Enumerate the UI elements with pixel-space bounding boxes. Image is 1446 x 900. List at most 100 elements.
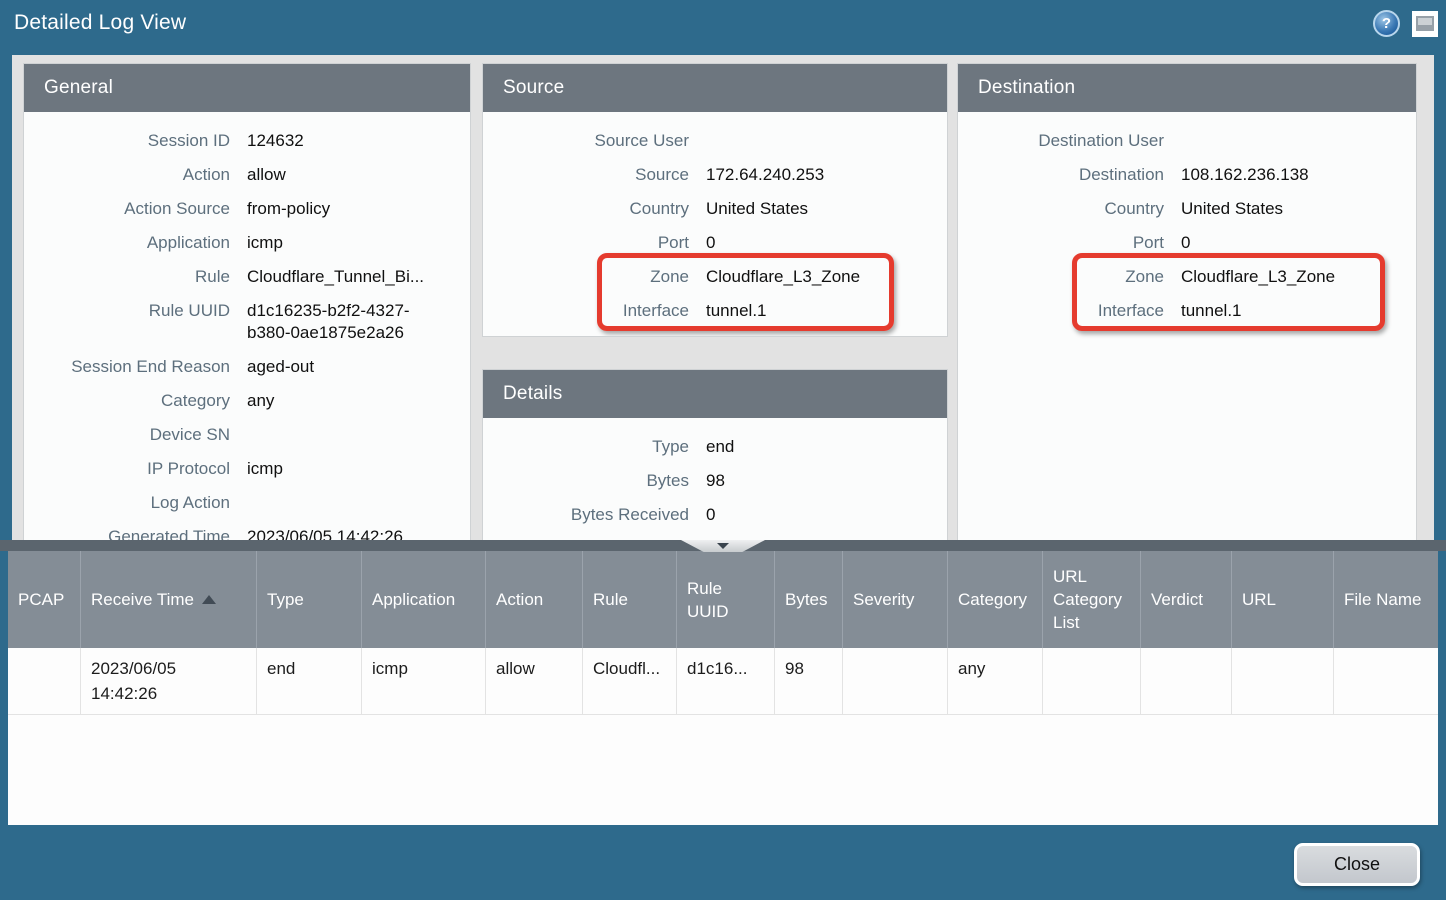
splitter-collapse-handle[interactable] (681, 540, 765, 552)
field-label: Interface (958, 300, 1164, 322)
field-row-destination-port: Port 0 (958, 226, 1416, 260)
source-panel-body: Source User Source 172.64.240.253 Countr… (483, 112, 947, 328)
field-value: tunnel.1 (1181, 300, 1416, 322)
field-row-destination-user: Destination User (958, 124, 1416, 158)
column-header-rule[interactable]: Rule (583, 551, 677, 648)
column-header-category[interactable]: Category (948, 551, 1043, 648)
field-row-source: Source 172.64.240.253 (483, 158, 947, 192)
field-label: Application (24, 232, 230, 254)
close-button[interactable]: Close (1294, 843, 1420, 886)
field-row-destination-interface: Interface tunnel.1 (958, 294, 1416, 328)
field-row-action: Action allow (24, 158, 470, 192)
cell-bytes: 98 (775, 648, 843, 715)
field-label: Interface (483, 300, 689, 322)
general-panel-header: General (24, 64, 470, 112)
chevron-down-icon (717, 543, 729, 549)
field-value: icmp (247, 232, 470, 254)
page-title: Detailed Log View (14, 11, 186, 35)
field-label: Action Source (24, 198, 230, 220)
column-header-rule-uuid[interactable]: Rule UUID (677, 551, 775, 648)
field-row-generated-time: Generated Time 2023/06/05 14:42:26 (24, 520, 470, 540)
field-label: Source (483, 164, 689, 186)
column-header-severity[interactable]: Severity (843, 551, 948, 648)
column-header-url[interactable]: URL (1232, 551, 1334, 648)
field-value: Cloudflare_L3_Zone (1181, 266, 1416, 288)
field-value: from-policy (247, 198, 470, 220)
field-row-rule-uuid: Rule UUID d1c16235-b2f2-4327-b380-0ae187… (24, 294, 470, 350)
field-label: IP Protocol (24, 458, 230, 480)
field-row-device-sn: Device SN (24, 418, 470, 452)
field-value: tunnel.1 (706, 300, 947, 322)
field-value: 0 (1181, 232, 1416, 254)
field-label: Rule UUID (24, 300, 230, 344)
cell-verdict (1141, 648, 1232, 715)
field-row-destination-country: Country United States (958, 192, 1416, 226)
column-header-label: Receive Time (91, 588, 194, 611)
field-value: 172.64.240.253 (706, 164, 947, 186)
log-table: PCAP Receive Time Type Application Actio… (8, 551, 1438, 825)
field-label: Port (958, 232, 1164, 254)
log-table-header: PCAP Receive Time Type Application Actio… (8, 551, 1438, 648)
field-value (1181, 130, 1416, 152)
general-panel-body: Session ID 124632 Action allow Action So… (24, 112, 470, 540)
general-panel: General Session ID 124632 Action allow A… (24, 64, 470, 540)
field-value: United States (1181, 198, 1416, 220)
field-value (247, 424, 470, 446)
field-row-type: Type end (483, 430, 947, 464)
cell-type: end (257, 648, 362, 715)
cell-rule-uuid: d1c16... (677, 648, 775, 715)
help-icon[interactable]: ? (1373, 10, 1400, 37)
window-restore-icon[interactable] (1412, 11, 1438, 37)
field-row-source-zone: Zone Cloudflare_L3_Zone (483, 260, 947, 294)
cell-pcap (8, 648, 81, 715)
column-header-action[interactable]: Action (486, 551, 583, 648)
column-header-url-category-list[interactable]: URL Category List (1043, 551, 1141, 648)
field-row-source-port: Port 0 (483, 226, 947, 260)
column-header-pcap[interactable]: PCAP (8, 551, 81, 648)
field-label: Destination User (958, 130, 1164, 152)
field-label: Destination (958, 164, 1164, 186)
table-row[interactable]: 2023/06/05 14:42:26 end icmp allow Cloud… (8, 648, 1438, 715)
column-header-file-name[interactable]: File Name (1334, 551, 1438, 648)
field-value (706, 130, 947, 152)
field-row-ip-protocol: IP Protocol icmp (24, 452, 470, 486)
field-row-session-end-reason: Session End Reason aged-out (24, 350, 470, 384)
details-panel-body: Type end Bytes 98 Bytes Received 0 (483, 418, 947, 532)
titlebar-icons: ? (1373, 10, 1438, 37)
field-value: 98 (706, 470, 947, 492)
field-value: allow (247, 164, 470, 186)
column-header-verdict[interactable]: Verdict (1141, 551, 1232, 648)
field-label: Country (483, 198, 689, 220)
column-header-receive-time[interactable]: Receive Time (81, 551, 257, 648)
field-value: end (706, 436, 947, 458)
field-value: 0 (706, 232, 947, 254)
field-row-source-interface: Interface tunnel.1 (483, 294, 947, 328)
field-label: Device SN (24, 424, 230, 446)
field-label: Type (483, 436, 689, 458)
field-row-log-action: Log Action (24, 486, 470, 520)
log-detail-content: General Session ID 124632 Action allow A… (12, 55, 1434, 540)
cell-rule: Cloudfl... (583, 648, 677, 715)
column-header-bytes[interactable]: Bytes (775, 551, 843, 648)
field-value: United States (706, 198, 947, 220)
cell-url-category-list (1043, 648, 1141, 715)
details-panel-header: Details (483, 370, 947, 418)
field-value: 108.162.236.138 (1181, 164, 1416, 186)
field-value: 124632 (247, 130, 470, 152)
field-label: Session End Reason (24, 356, 230, 378)
source-panel: Source Source User Source 172.64.240.253… (483, 64, 947, 336)
field-label: Generated Time (24, 526, 230, 540)
field-label: Bytes Received (483, 504, 689, 526)
field-value: aged-out (247, 356, 470, 378)
source-zone-interface-group: Zone Cloudflare_L3_Zone Interface tunnel… (483, 260, 947, 328)
field-row-bytes-received: Bytes Received 0 (483, 498, 947, 532)
field-row-destination-zone: Zone Cloudflare_L3_Zone (958, 260, 1416, 294)
field-label: Log Action (24, 492, 230, 514)
column-header-application[interactable]: Application (362, 551, 486, 648)
destination-panel-header: Destination (958, 64, 1416, 112)
field-row-action-source: Action Source from-policy (24, 192, 470, 226)
cell-file-name (1334, 648, 1438, 715)
field-label: Source User (483, 130, 689, 152)
column-header-type[interactable]: Type (257, 551, 362, 648)
field-row-source-country: Country United States (483, 192, 947, 226)
